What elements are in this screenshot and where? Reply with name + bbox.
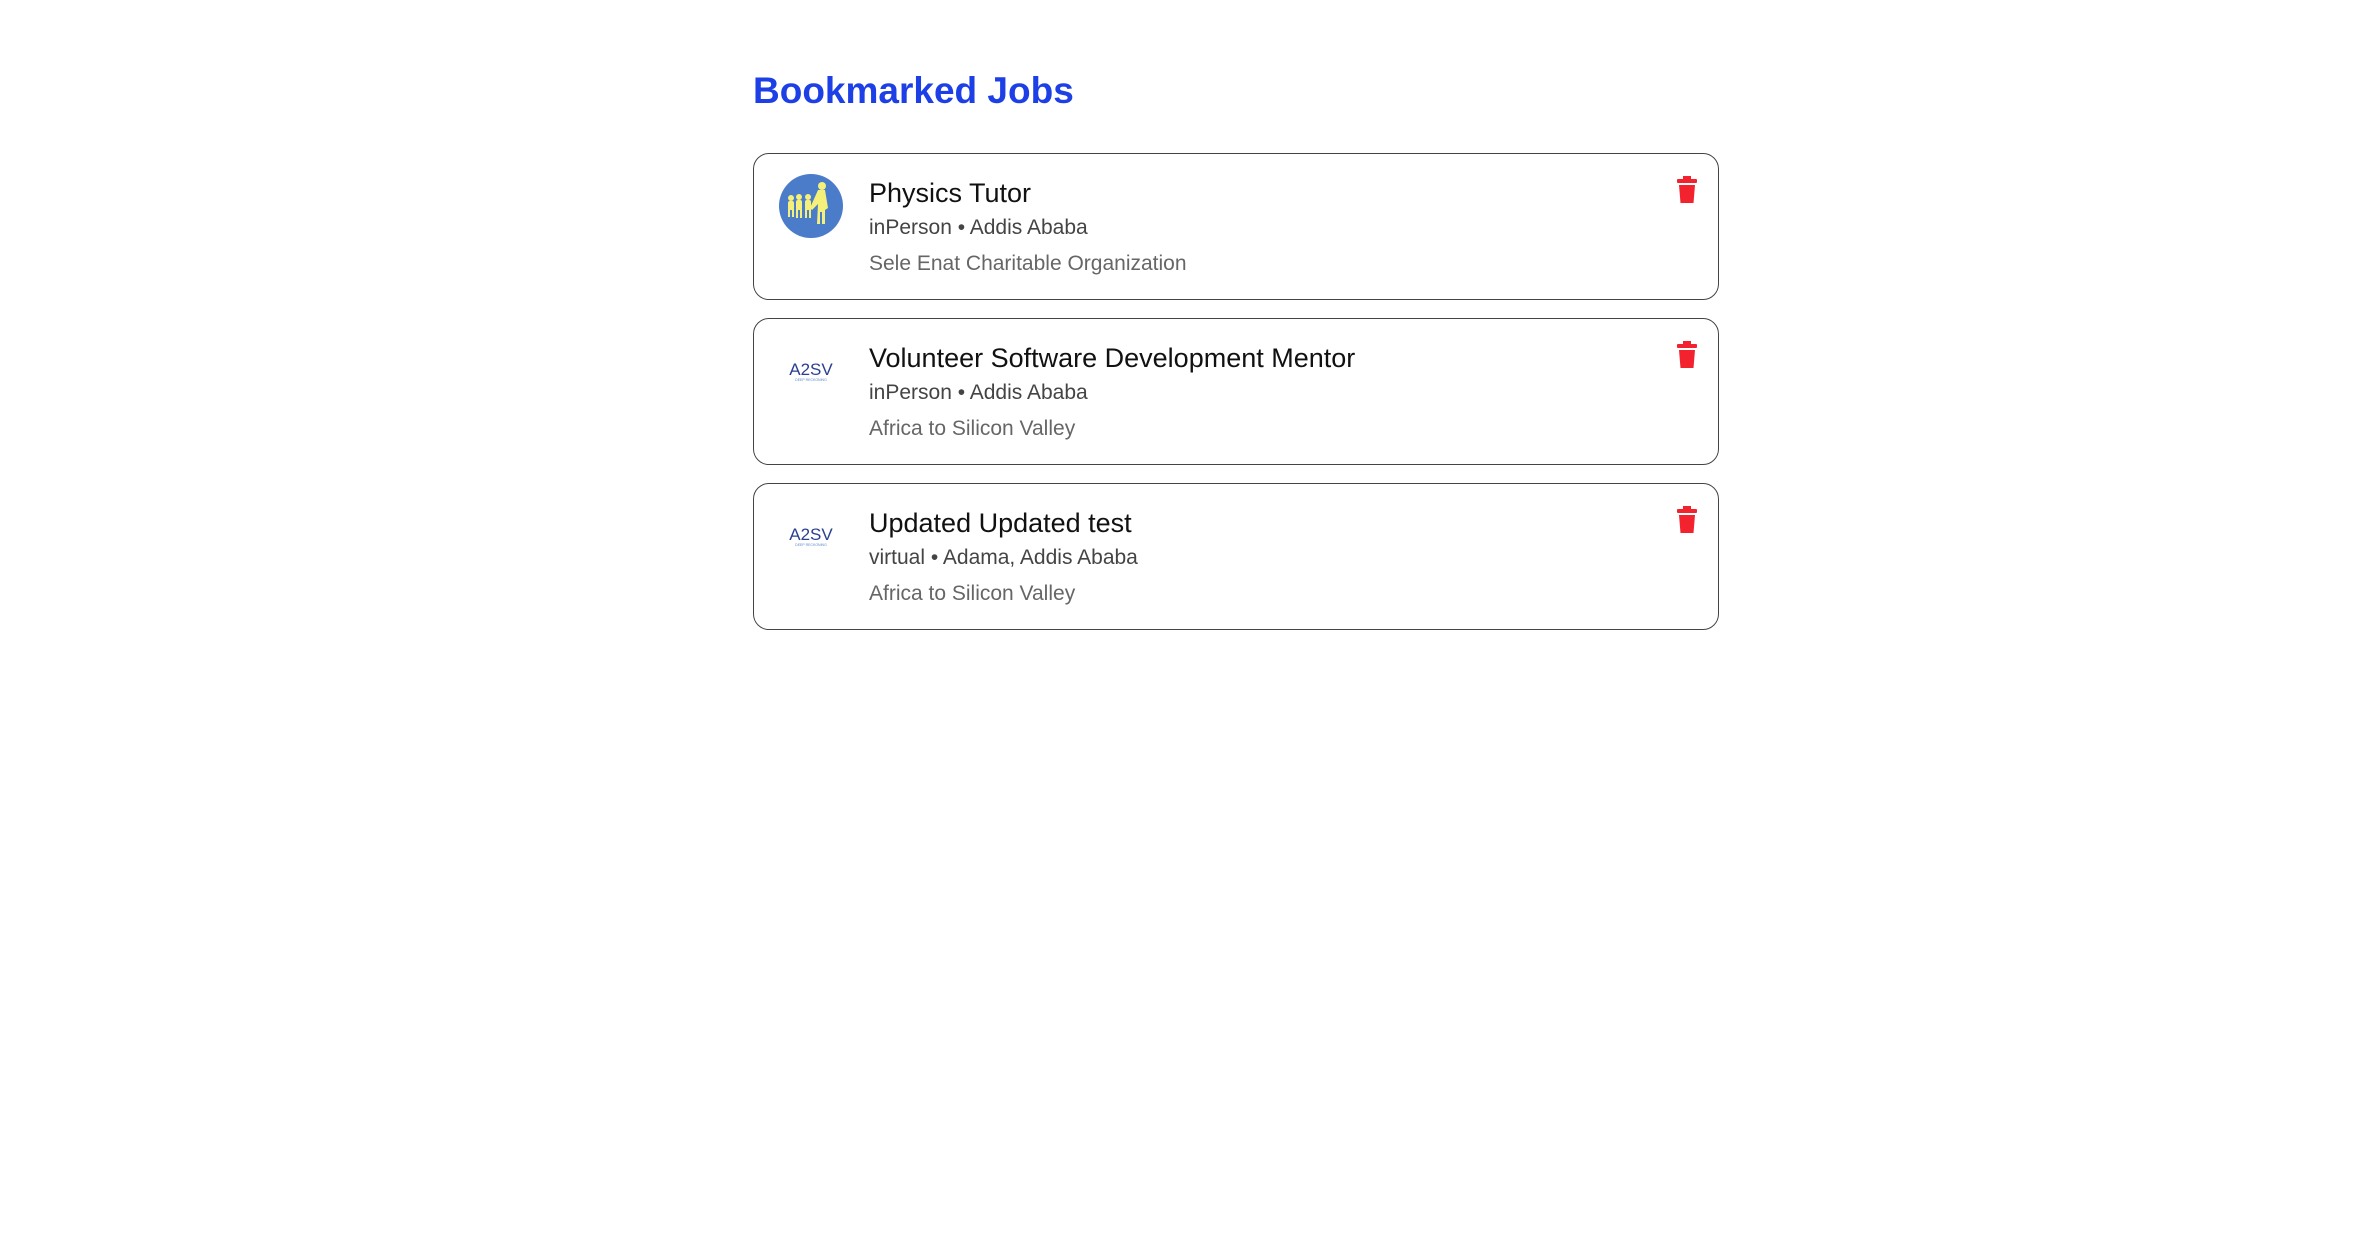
a2sv-logo-text: A2SV [789, 525, 833, 544]
delete-bookmark-trash-icon[interactable] [1676, 176, 1698, 204]
a2sv-logo-tagline: DEEP RECKONING [795, 378, 827, 382]
job-card[interactable]: A2SV DEEP RECKONING Volunteer Software D… [753, 318, 1719, 465]
job-info: Physics Tutor inPerson • Addis Ababa Sel… [869, 176, 1187, 278]
a2sv-logo-icon: A2SV DEEP RECKONING [789, 360, 833, 382]
job-card[interactable]: Physics Tutor inPerson • Addis Ababa Sel… [753, 153, 1719, 300]
bookmarks-page: Bookmarked Jobs Physics Tutor inPerson •… [753, 66, 1719, 648]
a2sv-logo-icon: A2SV DEEP RECKONING [789, 525, 833, 547]
delete-bookmark-trash-icon[interactable] [1676, 506, 1698, 534]
job-location: virtual • Adama, Addis Ababa [869, 546, 1138, 569]
page-title: Bookmarked Jobs [753, 70, 1074, 111]
job-title[interactable]: Volunteer Software Development Mentor [869, 341, 1355, 375]
bookmarked-jobs-list: Physics Tutor inPerson • Addis Ababa Sel… [753, 153, 1719, 630]
sele-enat-logo-icon [779, 174, 843, 238]
job-title[interactable]: Physics Tutor [869, 176, 1187, 210]
delete-bookmark-trash-icon[interactable] [1676, 341, 1698, 369]
a2sv-logo-text: A2SV [789, 360, 833, 379]
job-card[interactable]: A2SV DEEP RECKONING Updated Updated test… [753, 483, 1719, 630]
job-location: inPerson • Addis Ababa [869, 381, 1088, 404]
job-info: Volunteer Software Development Mentor in… [869, 341, 1355, 443]
a2sv-logo-tagline: DEEP RECKONING [795, 543, 827, 547]
job-title[interactable]: Updated Updated test [869, 506, 1138, 540]
job-organization: Africa to Silicon Valley [869, 417, 1076, 440]
job-organization: Sele Enat Charitable Organization [869, 252, 1187, 275]
job-location: inPerson • Addis Ababa [869, 216, 1088, 239]
job-info: Updated Updated test virtual • Adama, Ad… [869, 506, 1138, 608]
job-organization: Africa to Silicon Valley [869, 582, 1076, 605]
